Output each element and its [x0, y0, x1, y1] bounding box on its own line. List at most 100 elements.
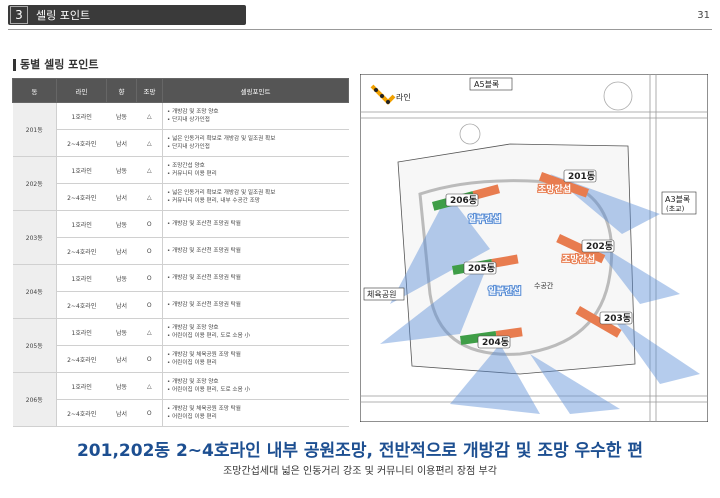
view-cell: △ [136, 102, 163, 130]
table-row: 2~4호라인남서O개방감 및 체육공원 조망 탁월어린이집 이용 편리 [13, 345, 349, 373]
view-cell: △ [136, 129, 163, 157]
section-number: 3 [10, 6, 28, 24]
selling-point: 어린이집 이용 편리 [167, 413, 349, 421]
table-header-row: 동 라인 향 조망 셀링포인트 [12, 78, 349, 103]
interference-202: 조망간섭 [562, 253, 595, 265]
tag-203: 203동 [599, 311, 633, 325]
selling-point-table: 동 라인 향 조망 셀링포인트 201동1호라인남동△개방감 및 조망 양호단지… [12, 78, 349, 427]
tag-206: 206동 [445, 193, 479, 207]
selling-point: 개방감 및 조산천 조망권 탁월 [167, 220, 349, 228]
direction-cell: 남동 [106, 210, 137, 238]
tag-202-label: 202동 [586, 241, 613, 252]
direction-cell: 남동 [106, 102, 137, 130]
points-cell: 개방감 및 조망 양호어린이집 이용 편리, 도로 소음 小 [162, 372, 349, 400]
partial-interference-205: 일부간섭 [488, 285, 521, 297]
site-plan-map: 라인 A5블록 A3블록 (초교) 체육공원 수공간 206동 201동 202… [360, 74, 708, 422]
points-cell: 개방감 및 조산천 조망권 탁월 [162, 237, 349, 265]
col-line: 라인 [56, 78, 107, 103]
table-row: 201동1호라인남동△개방감 및 조망 양호단지내 상가인접 [12, 102, 349, 157]
block-east-label: A3블록 [665, 194, 690, 204]
dong-cell: 202동 [12, 156, 57, 211]
tag-201-label: 201동 [568, 171, 595, 182]
direction-cell: 남동 [106, 372, 137, 400]
selling-point: 어린이집 이용 편리 [167, 359, 349, 367]
view-cell: O [136, 237, 163, 265]
direction-cell: 남서 [106, 237, 137, 265]
line-cell: 1호라인 [56, 210, 107, 238]
interference-201: 조망간섭 [538, 183, 571, 195]
dong-cell: 205동 [12, 318, 57, 373]
line-cell: 2~4호라인 [56, 129, 107, 157]
points-cell: 넓은 인동거리 확보로 개방감 및 일조권 확보단지내 상가인접 [162, 129, 349, 157]
view-cell: △ [136, 183, 163, 211]
table-row: 205동1호라인남동△개방감 및 조망 양호어린이집 이용 편리, 도로 소음 … [12, 318, 349, 373]
direction-cell: 남동 [106, 318, 137, 346]
tag-206-label: 206동 [450, 195, 477, 206]
tag-205: 205동 [463, 261, 497, 275]
dong-cell: 204동 [12, 264, 57, 319]
selling-point: 넓은 인동거리 확보로 개방감 및 일조권 확보 [167, 189, 349, 197]
points-cell: 개방감 및 체육공원 조망 탁월어린이집 이용 편리 [162, 399, 349, 427]
selling-point: 단지내 상가인접 [167, 143, 349, 151]
selling-point: 단지내 상가인접 [167, 116, 349, 124]
selling-point: 개방감 및 체육공원 조망 탁월 [167, 405, 349, 413]
col-view: 조망 [136, 78, 163, 103]
table-row: 2~4호라인남서△넓은 인동거리 확보로 개방감 및 일조권 확보단지내 상가인… [13, 129, 349, 157]
view-cell: O [136, 345, 163, 373]
table-row: 2~4호라인남서O개방감 및 체육공원 조망 탁월어린이집 이용 편리 [13, 399, 349, 427]
selling-point: 개방감 및 조산천 조망권 탁월 [167, 247, 349, 255]
points-cell: 개방감 및 조산천 조망권 탁월 [162, 210, 349, 238]
block-east-sub-label: (초교) [666, 205, 685, 213]
selling-point: 어린이집 이용 편리, 도로 소음 小 [167, 386, 349, 394]
block-north-label: A5블록 [474, 79, 499, 89]
line-cell: 1호라인 [56, 264, 107, 292]
tag-204: 204동 [477, 335, 511, 349]
selling-point: 커뮤니티 이용 편리 [167, 170, 349, 178]
table-row: 204동1호라인남동O 개방감 및 조산천 조망권 탁월 [12, 264, 349, 319]
line-cell: 2~4호라인 [56, 183, 107, 211]
selling-point: 개방감 및 조망 양호 [167, 324, 349, 332]
dong-cell: 201동 [12, 102, 57, 157]
line-cell: 1호라인 [56, 318, 107, 346]
points-cell: 개방감 및 조산천 조망권 탁월 [162, 264, 349, 292]
header-divider [8, 29, 712, 30]
line-cell: 2~4호라인 [56, 237, 107, 265]
view-cell: O [136, 399, 163, 427]
sports-park-label: 체육공원 [367, 289, 396, 299]
section-title: 동별 셀링 포인트 [13, 58, 99, 72]
table-row: 206동1호라인남동△개방감 및 조망 양호어린이집 이용 편리, 도로 소음 … [12, 372, 349, 427]
legend-label: 라인 [396, 92, 411, 102]
selling-point: 조망간섭 양호 [167, 162, 349, 170]
table-row: 203동1호라인남동O 개방감 및 조산천 조망권 탁월 [12, 210, 349, 265]
view-cell: △ [136, 156, 163, 184]
table-row: 2~4호라인남서△넓은 인동거리 확보로 개방감 및 일조권 확보커뮤니티 이용… [13, 183, 349, 211]
page-number: 31 [697, 10, 710, 21]
tag-203-label: 203동 [604, 313, 631, 324]
view-cell: O [136, 291, 163, 319]
view-cell: △ [136, 318, 163, 346]
line-cell: 1호라인 [56, 156, 107, 184]
points-cell: 조망간섭 양호커뮤니티 이용 편리 [162, 156, 349, 184]
partial-interference-206: 일부간섭 [468, 213, 501, 225]
points-cell: 개방감 및 조산천 조망권 탁월 [162, 291, 349, 319]
tag-202: 202동 [581, 239, 615, 253]
direction-cell: 남서 [106, 183, 137, 211]
dong-cell: 206동 [12, 372, 57, 427]
direction-cell: 남동 [106, 264, 137, 292]
page-header: 3 셀링 포인트 31 [0, 0, 720, 30]
tag-204-label: 204동 [482, 337, 509, 348]
view-cell: O [136, 210, 163, 238]
points-cell: 개방감 및 조망 양호단지내 상가인접 [162, 102, 349, 130]
direction-cell: 남서 [106, 399, 137, 427]
selling-point: 어린이집 이용 편리, 도로 소음 小 [167, 332, 349, 340]
table-row: 2~4호라인남서O 개방감 및 조산천 조망권 탁월 [13, 291, 349, 319]
line-cell: 2~4호라인 [56, 291, 107, 319]
selling-point: 넓은 인동거리 확보로 개방감 및 일조권 확보 [167, 135, 349, 143]
view-cell: O [136, 264, 163, 292]
direction-cell: 남서 [106, 129, 137, 157]
table-body: 201동1호라인남동△개방감 및 조망 양호단지내 상가인접2~4호라인남서△넓… [12, 102, 349, 427]
points-cell: 개방감 및 조망 양호어린이집 이용 편리, 도로 소음 小 [162, 318, 349, 346]
line-cell: 1호라인 [56, 372, 107, 400]
selling-point: 개방감 및 조망 양호 [167, 108, 349, 116]
subline: 조망간섭세대 넓은 인동거리 강조 및 커뮤니티 이용편리 장점 부각 [223, 466, 497, 477]
